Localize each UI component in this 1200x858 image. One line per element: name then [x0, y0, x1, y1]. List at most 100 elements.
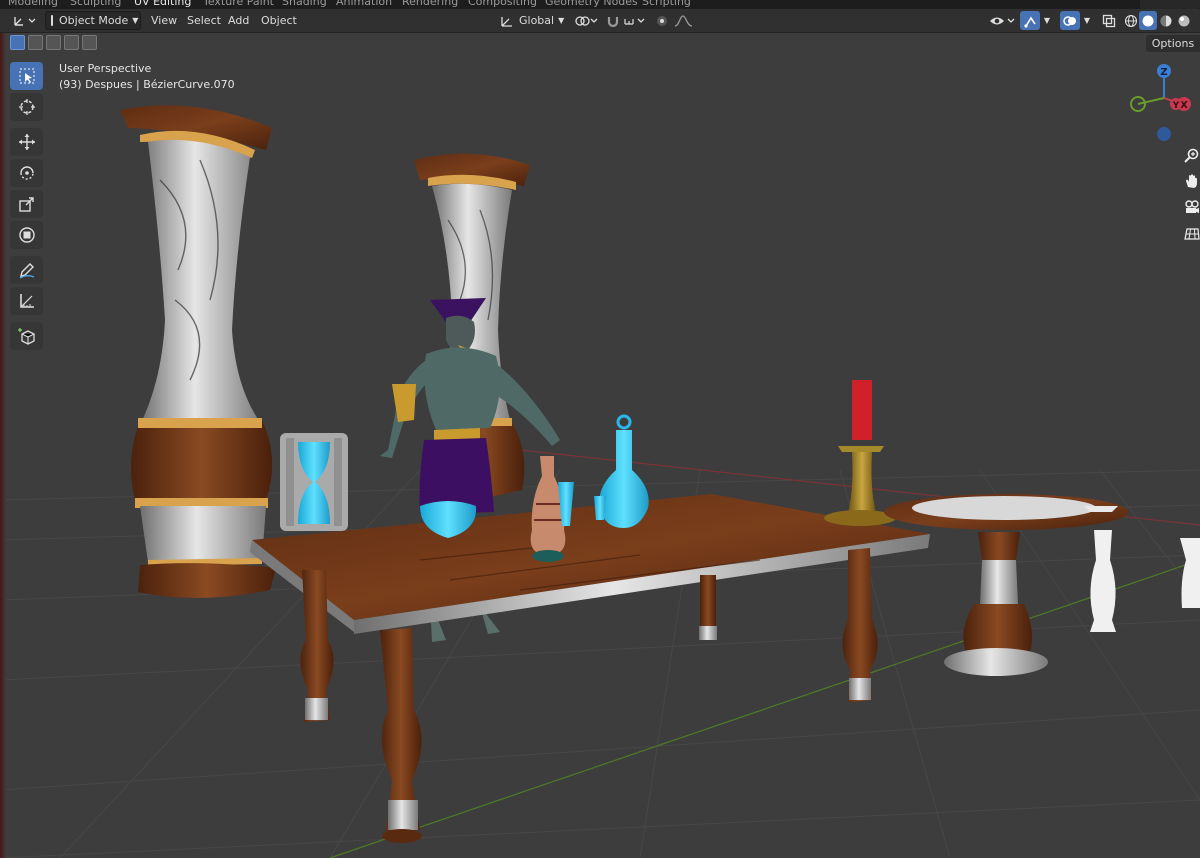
chevron-down-icon: ▼ — [132, 16, 139, 25]
cursor-icon — [18, 99, 35, 115]
grid-icon — [1184, 228, 1200, 240]
select-new-icon[interactable] — [10, 35, 25, 50]
orientation-label: Global — [519, 14, 555, 27]
tab-compositing[interactable]: Compositing — [468, 0, 537, 8]
menu-view[interactable]: View — [151, 14, 177, 27]
menu-object[interactable]: Object — [261, 14, 297, 27]
scene-selector[interactable] — [1140, 0, 1200, 9]
z-axis-label: Z — [1160, 67, 1167, 78]
transform-icon — [18, 227, 35, 243]
select-subtract-icon[interactable] — [46, 35, 61, 50]
falloff-curve-icon — [674, 14, 693, 27]
tool-annotate[interactable] — [10, 256, 43, 284]
pivot-point-dropdown[interactable] — [572, 11, 602, 30]
tool-select-box[interactable] — [10, 62, 43, 90]
gizmo-toggle[interactable] — [1020, 11, 1040, 30]
camera-icon — [1185, 200, 1199, 213]
overlays-dropdown[interactable]: ▼ — [1080, 11, 1094, 30]
object-info-label: (93) Despues | BézierCurve.070 — [59, 78, 235, 91]
axis-icon — [14, 16, 36, 26]
proportional-icon — [657, 15, 667, 26]
transform-orientation-dropdown[interactable]: Global ▼ — [500, 11, 568, 30]
tab-geometry-nodes[interactable]: Geometry Nodes — [545, 0, 638, 8]
add-cube-icon — [17, 328, 35, 345]
menu-add[interactable]: Add — [228, 14, 249, 27]
shading-material-button[interactable] — [1157, 11, 1175, 30]
zoom-icon — [1184, 148, 1199, 163]
chevron-down-icon: ▼ — [1083, 16, 1091, 25]
tool-scale[interactable] — [10, 190, 43, 218]
object-mode-icon — [51, 15, 53, 26]
snap-target-dropdown[interactable] — [622, 11, 650, 30]
falloff-dropdown[interactable] — [672, 11, 698, 30]
pivot-icon — [575, 15, 598, 26]
tool-measure[interactable] — [10, 287, 43, 315]
xray-toggle[interactable] — [1100, 11, 1118, 30]
tab-animation[interactable]: Animation — [336, 0, 392, 8]
tool-cursor[interactable] — [10, 93, 43, 121]
magnet-icon — [607, 16, 619, 27]
select-extend-icon[interactable] — [28, 35, 43, 50]
move-icon — [18, 134, 35, 150]
zoom-button[interactable] — [1182, 145, 1200, 167]
tool-transform[interactable] — [10, 221, 43, 249]
tab-shading[interactable]: Shading — [282, 0, 327, 8]
material-sphere-icon — [1160, 15, 1172, 26]
tool-add-cube[interactable] — [10, 322, 43, 350]
y-axis-label: Y — [1172, 101, 1180, 111]
camera-view-button[interactable] — [1182, 196, 1200, 218]
solid-sphere-icon — [1142, 15, 1154, 26]
workspace-tabs: Modeling Sculpting UV Editing Texture Pa… — [0, 0, 1200, 9]
select-box-icon — [19, 68, 34, 84]
editor-type-button[interactable] — [10, 11, 40, 30]
menu-select[interactable]: Select — [187, 14, 221, 27]
tab-modeling[interactable]: Modeling — [8, 0, 58, 8]
tab-scripting[interactable]: Scripting — [642, 0, 691, 8]
gizmo-dropdown[interactable]: ▼ — [1040, 11, 1054, 30]
select-invert-icon[interactable] — [64, 35, 79, 50]
mode-label: Object Mode — [59, 14, 129, 27]
chevron-down-icon: ▼ — [1043, 16, 1051, 25]
orientation-icon — [501, 16, 512, 27]
pan-button[interactable] — [1182, 170, 1200, 192]
scale-icon — [18, 197, 34, 212]
dining-table — [250, 494, 930, 843]
visibility-dropdown[interactable] — [988, 11, 1018, 30]
hand-icon — [1186, 174, 1197, 188]
tab-rendering[interactable]: Rendering — [402, 0, 458, 8]
neg-z-axis-icon[interactable] — [1157, 127, 1171, 141]
chevron-down-icon: ▼ — [558, 16, 565, 25]
gizmo-icon — [1024, 16, 1036, 28]
tab-uv-editing[interactable]: UV Editing — [134, 0, 191, 8]
shading-solid-button[interactable] — [1139, 11, 1157, 30]
snap-toggle[interactable] — [604, 11, 622, 30]
mode-dropdown[interactable]: Object Mode ▼ — [45, 11, 141, 30]
xray-icon — [1102, 14, 1116, 27]
navigation-gizmo[interactable]: Z X Y — [1124, 60, 1200, 146]
viewport-edge-shadow — [0, 33, 6, 858]
wireframe-sphere-icon — [1124, 14, 1138, 27]
shading-rendered-button[interactable] — [1175, 11, 1193, 30]
overlays-toggle[interactable] — [1060, 11, 1080, 30]
eye-icon — [990, 17, 1015, 24]
selection-mode-row — [10, 35, 97, 51]
tab-texture-paint[interactable]: Texture Paint — [203, 0, 274, 8]
proportional-edit-toggle[interactable] — [654, 11, 670, 30]
shading-wireframe-button[interactable] — [1122, 11, 1140, 30]
ruler-icon — [19, 294, 34, 308]
left-column — [120, 105, 276, 599]
3d-viewport[interactable] — [0, 33, 1200, 858]
rendered-sphere-icon — [1178, 15, 1190, 26]
select-intersect-icon[interactable] — [82, 35, 97, 50]
viewport-header: Object Mode ▼ View Select Add Object Glo… — [0, 9, 1200, 33]
options-button[interactable]: Options — [1146, 35, 1200, 52]
rotate-icon — [19, 166, 34, 180]
perspective-label: User Perspective — [59, 62, 152, 75]
pencil-icon — [19, 263, 34, 279]
tool-rotate[interactable] — [10, 159, 43, 187]
ortho-toggle-button[interactable] — [1182, 222, 1200, 244]
overlay-circles-icon — [1063, 15, 1076, 26]
snap-increment-icon — [624, 18, 645, 25]
tool-move[interactable] — [10, 128, 43, 156]
tab-sculpting[interactable]: Sculpting — [70, 0, 121, 8]
